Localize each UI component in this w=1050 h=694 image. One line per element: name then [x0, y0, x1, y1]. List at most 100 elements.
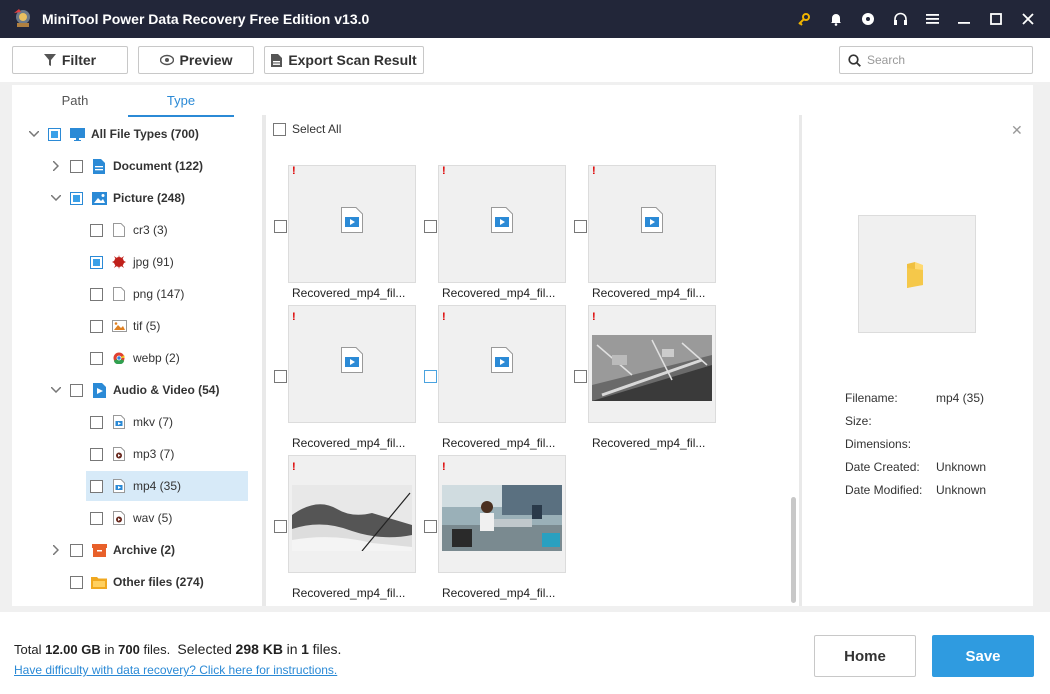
tree-checkbox[interactable] [90, 223, 103, 237]
tree-cr3[interactable]: cr3 (3) [90, 215, 168, 245]
tree-checkbox[interactable] [90, 351, 103, 365]
tree-label: Archive (2) [113, 543, 176, 557]
tree-checkbox[interactable] [70, 191, 83, 205]
maximize-icon[interactable] [980, 0, 1012, 38]
tree-checkbox[interactable] [90, 447, 103, 461]
tree-checkbox[interactable] [70, 159, 83, 173]
tree-label: Document (122) [113, 159, 204, 173]
tree-label: tif (5) [133, 319, 161, 333]
tree-audio-video[interactable]: Audio & Video (54) [50, 375, 219, 405]
close-icon[interactable] [1012, 0, 1044, 38]
size-label: Size: [845, 414, 872, 428]
close-preview-icon[interactable]: ✕ [1011, 122, 1023, 139]
tree-checkbox[interactable] [70, 575, 83, 589]
minimize-icon[interactable] [948, 0, 980, 38]
tree-mkv[interactable]: mkv (7) [90, 407, 173, 437]
file-thumbnail[interactable]: ! [588, 165, 716, 283]
search-input[interactable] [867, 53, 1017, 67]
app-logo-icon [14, 9, 30, 27]
file-thumbnail[interactable]: ! [438, 305, 566, 423]
tree-webp[interactable]: webp (2) [90, 343, 180, 373]
tree-picture[interactable]: Picture (248) [50, 183, 185, 213]
tree-archive[interactable]: Archive (2) [50, 535, 175, 565]
tree-label: wav (5) [133, 511, 173, 525]
file-checkbox[interactable] [274, 520, 287, 533]
tab-path-label: Path [61, 93, 89, 108]
tree-png[interactable]: png (147) [90, 279, 184, 309]
date-created-label: Date Created: [845, 460, 920, 474]
chrome-icon [111, 350, 127, 366]
tree-document[interactable]: Document (122) [50, 151, 203, 181]
tree-mp4[interactable]: mp4 (35) [86, 471, 248, 501]
file-thumbnail[interactable]: ! [288, 455, 416, 573]
filter-button[interactable]: Filter [12, 46, 128, 74]
help-link[interactable]: Have difficulty with data recovery? Clic… [14, 663, 337, 677]
chevron-down-icon[interactable] [50, 384, 62, 396]
headset-icon[interactable] [884, 0, 916, 38]
tab-type[interactable]: Type [128, 93, 234, 117]
bell-icon[interactable] [820, 0, 852, 38]
monitor-icon [69, 126, 85, 142]
tree-checkbox[interactable] [90, 319, 103, 333]
tree-divider[interactable] [262, 115, 266, 606]
tree-checkbox[interactable] [90, 511, 103, 525]
tree-other-files[interactable]: Other files (274) [70, 567, 204, 597]
file-thumbnail[interactable]: ! [288, 165, 416, 283]
file-checkbox[interactable] [574, 220, 587, 233]
preview-button[interactable]: Preview [138, 46, 254, 74]
save-button[interactable]: Save [932, 635, 1034, 677]
tree-checkbox[interactable] [90, 415, 103, 429]
preview-divider [799, 115, 802, 606]
tree-checkbox[interactable] [70, 543, 83, 557]
file-checkbox[interactable] [424, 520, 437, 533]
tab-path[interactable]: Path [46, 93, 104, 117]
tree-all-file-types[interactable]: All File Types (700) [28, 119, 199, 149]
tree-checkbox[interactable] [70, 383, 83, 397]
grid-scrollbar-thumb[interactable] [791, 497, 796, 603]
video-icon [91, 382, 107, 398]
file-thumbnail[interactable]: ! [288, 305, 416, 423]
dimensions-label: Dimensions: [845, 437, 912, 451]
select-all-checkbox[interactable] [273, 122, 286, 136]
file-name: Recovered_mp4_fil... [442, 586, 556, 600]
warning-icon: ! [442, 165, 446, 177]
filter-icon [43, 54, 56, 66]
file-name: Recovered_mp4_fil... [592, 286, 706, 300]
file-checkbox[interactable] [574, 370, 587, 383]
file-checkbox[interactable] [274, 370, 287, 383]
file-name: Recovered_mp4_fil... [592, 436, 706, 450]
tree-checkbox[interactable] [48, 127, 61, 141]
tree-jpg[interactable]: jpg (91) [90, 247, 174, 277]
export-label: Export Scan Result [288, 52, 417, 68]
key-icon[interactable] [788, 0, 820, 38]
tree-mp3[interactable]: mp3 (7) [90, 439, 174, 469]
toolbar: Filter Preview Export Scan Result [0, 38, 1050, 82]
file-thumbnail[interactable]: ! [438, 165, 566, 283]
file-checkbox[interactable] [424, 220, 437, 233]
chevron-down-icon[interactable] [50, 192, 62, 204]
warning-icon: ! [442, 311, 446, 323]
export-scan-result-button[interactable]: Export Scan Result [264, 46, 424, 74]
file-checkbox[interactable] [274, 220, 287, 233]
file-checkbox[interactable] [424, 370, 437, 383]
video-file-icon [341, 347, 363, 373]
chevron-right-icon[interactable] [50, 160, 62, 172]
video-file-icon [341, 207, 363, 233]
disc-icon[interactable] [852, 0, 884, 38]
tree-label: Other files (274) [113, 575, 204, 589]
window-title: MiniTool Power Data Recovery Free Editio… [42, 11, 370, 27]
menu-icon[interactable] [916, 0, 948, 38]
tree-checkbox[interactable] [90, 479, 103, 493]
chevron-right-icon[interactable] [50, 544, 62, 556]
tree-checkbox[interactable] [90, 255, 103, 269]
file-thumbnail[interactable]: ! [438, 455, 566, 573]
home-button[interactable]: Home [814, 635, 916, 677]
tree-wav[interactable]: wav (5) [90, 503, 172, 533]
file-thumbnail[interactable]: ! [588, 305, 716, 423]
filename-label: Filename: [845, 391, 898, 405]
select-all[interactable]: Select All [273, 122, 341, 136]
tree-tif[interactable]: tif (5) [90, 311, 160, 341]
tree-checkbox[interactable] [90, 287, 103, 301]
chevron-down-icon[interactable] [28, 128, 40, 140]
file-icon [111, 222, 127, 238]
